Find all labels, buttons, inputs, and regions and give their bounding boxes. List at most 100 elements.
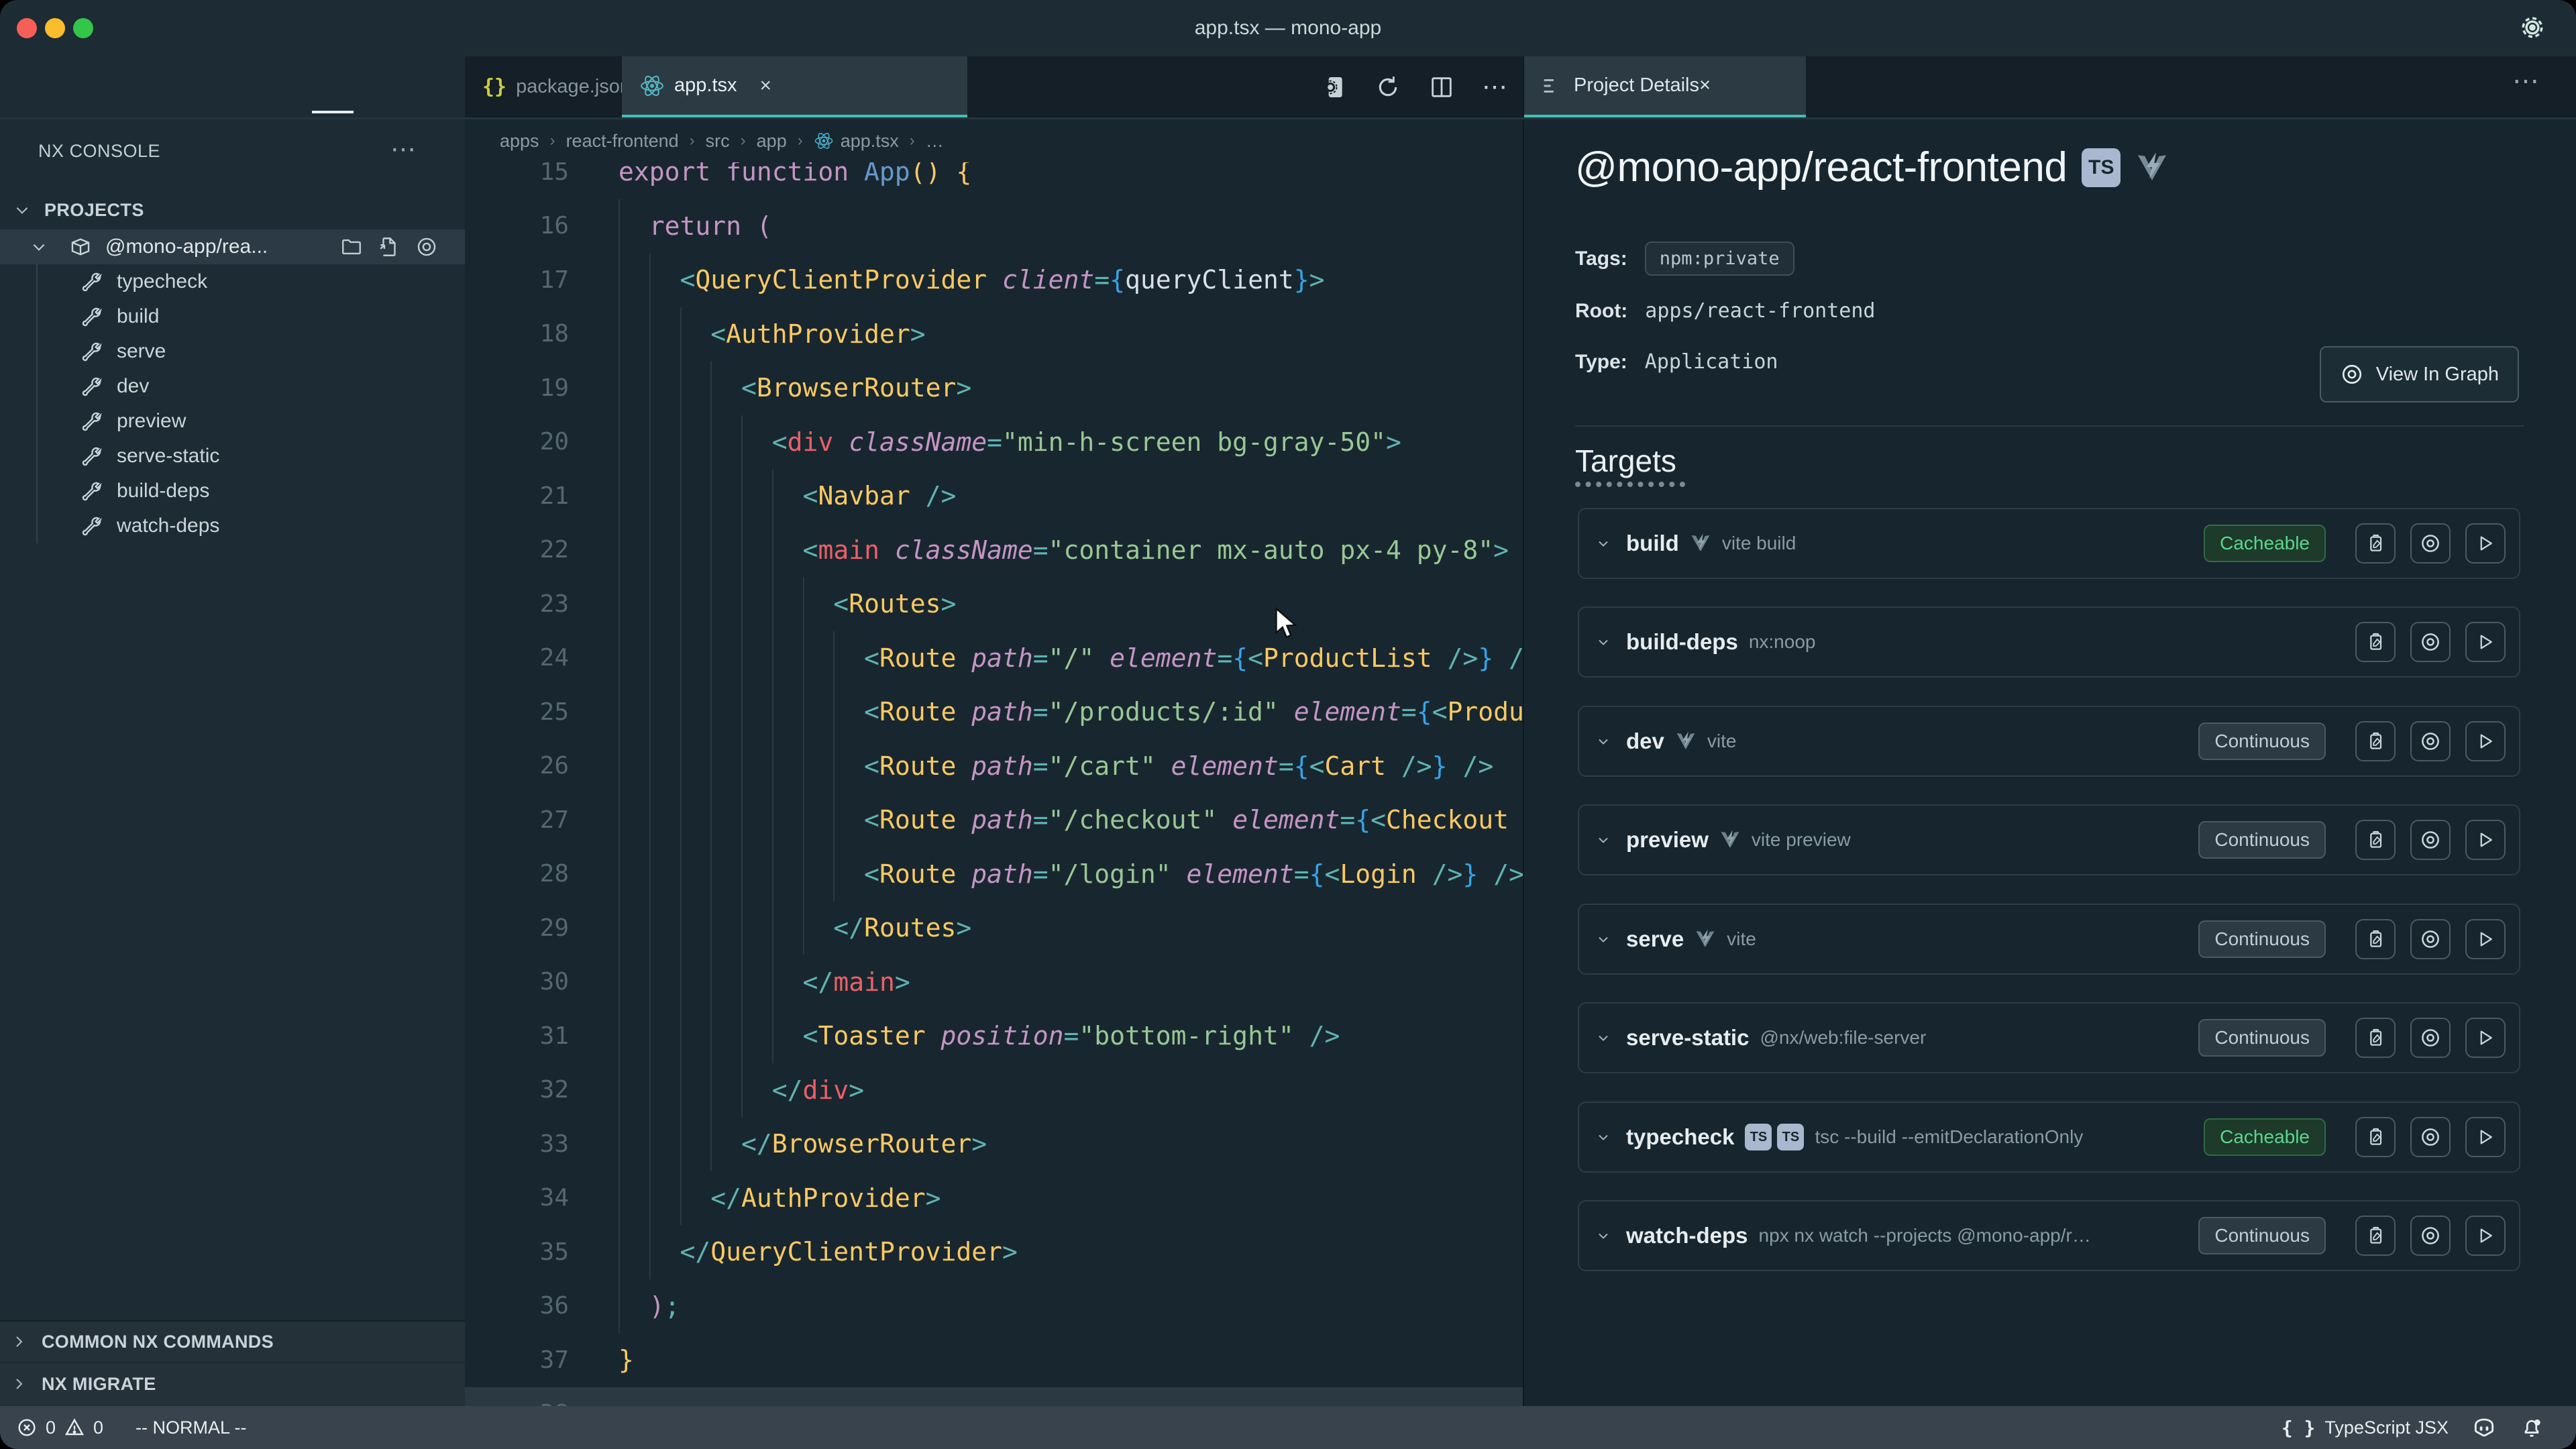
notifications-bell-icon[interactable] [2520, 1415, 2544, 1440]
code-line-29[interactable]: 29 </Routes> [465, 901, 1523, 955]
code-line-36[interactable]: 36 ); [465, 1279, 1523, 1334]
code-line-17[interactable]: 17 <QueryClientProvider client={queryCli… [465, 253, 1523, 307]
settings-gear-icon[interactable] [2517, 12, 2548, 43]
eye-icon[interactable] [2410, 820, 2451, 860]
tree-item-build-deps[interactable]: build-deps [0, 474, 465, 508]
copy-icon[interactable] [2355, 1018, 2396, 1058]
code-line-35[interactable]: 35 </QueryClientProvider> [465, 1225, 1523, 1279]
split-editor-icon[interactable] [1428, 74, 1455, 101]
code-line-19[interactable]: 19 <BrowserRouter> [465, 361, 1523, 415]
breadcrumb-item-apps[interactable]: apps [500, 131, 539, 152]
play-icon[interactable] [2465, 523, 2506, 564]
tab-project-details[interactable]: Project Details × [1524, 56, 1806, 117]
code-line-26[interactable]: 26 <Route path="/cart" element={<Cart />… [465, 739, 1523, 794]
target-card-serve-static[interactable]: serve-static@nx/web:file-serverContinuou… [1578, 1002, 2520, 1073]
play-icon[interactable] [2465, 1216, 2506, 1256]
tab-package-json[interactable]: {} package.json [465, 56, 622, 117]
code-line-32[interactable]: 32 </div> [465, 1063, 1523, 1118]
play-icon[interactable] [2465, 721, 2506, 761]
tree-item-serve-static[interactable]: serve-static [0, 439, 465, 474]
breadcrumb-item-[interactable]: … [926, 131, 944, 152]
sidebar-more-icon[interactable]: ⋯ [390, 134, 418, 164]
code-line-34[interactable]: 34 </AuthProvider> [465, 1171, 1523, 1226]
code-line-24[interactable]: 24 <Route path="/" element={<ProductList… [465, 631, 1523, 686]
sidebar-title: NX CONSOLE [38, 141, 160, 162]
section-nx-migrate[interactable]: NX MIGRATE [0, 1363, 465, 1405]
panel-more-icon[interactable]: ⋯ [2512, 66, 2541, 97]
close-panel-tab-icon[interactable]: × [1699, 74, 1711, 97]
code-line-23[interactable]: 23 <Routes> [465, 577, 1523, 631]
code-line-31[interactable]: 31 <Toaster position="bottom-right" /> [465, 1009, 1523, 1063]
section-projects[interactable]: PROJECTS [0, 195, 465, 225]
tree-item-dev[interactable]: dev [0, 369, 465, 404]
code-line-18[interactable]: 18 <AuthProvider> [465, 307, 1523, 362]
code-line-20[interactable]: 20 <div className="min-h-screen bg-gray-… [465, 415, 1523, 470]
folder-icon[interactable] [340, 235, 363, 258]
close-tab-icon[interactable]: × [760, 74, 772, 97]
more-actions-icon[interactable]: ⋯ [1482, 74, 1509, 101]
breadcrumb-item-reactfrontend[interactable]: react-frontend [566, 131, 679, 152]
breadcrumb-item-app.tsx[interactable]: app.tsx [814, 131, 899, 152]
target-card-dev[interactable]: devviteContinuous [1578, 706, 2520, 777]
target-card-watch-deps[interactable]: watch-depsnpx nx watch --projects @mono-… [1578, 1200, 2520, 1271]
code-line-28[interactable]: 28 <Route path="/login" element={<Login … [465, 847, 1523, 902]
tree-item-preview[interactable]: preview [0, 404, 465, 439]
target-card-preview[interactable]: previewvite previewContinuous [1578, 804, 2520, 875]
code-area[interactable]: 15export function App() {16 return (17 <… [465, 162, 1523, 1406]
tab-app-tsx[interactable]: app.tsx × [622, 56, 967, 117]
eye-icon[interactable] [2410, 721, 2451, 761]
section-common-nx-commands[interactable]: COMMON NX COMMANDS [0, 1322, 465, 1363]
tree-item-typecheck[interactable]: typecheck [0, 264, 465, 299]
eye-icon[interactable] [2410, 1216, 2451, 1256]
eye-icon[interactable] [2410, 1117, 2451, 1157]
breadcrumb-item-src[interactable]: src [706, 131, 730, 152]
target-card-serve[interactable]: serveviteContinuous [1578, 904, 2520, 975]
refresh-icon[interactable] [1375, 74, 1401, 101]
eye-icon[interactable] [2410, 622, 2451, 662]
copy-icon[interactable] [2355, 919, 2396, 959]
code-line-38[interactable]: 38 [465, 1387, 1523, 1407]
view-in-graph-button[interactable]: View In Graph [2320, 346, 2519, 402]
code-line-22[interactable]: 22 <main className="container mx-auto px… [465, 523, 1523, 578]
indent-guide [710, 1009, 712, 1063]
target-card-typecheck[interactable]: typecheckTSTStsc --build --emitDeclarati… [1578, 1102, 2520, 1173]
play-icon[interactable] [2465, 1117, 2506, 1157]
breadcrumb-item-app[interactable]: app [757, 131, 787, 152]
copy-icon[interactable] [2355, 622, 2396, 662]
code-line-37[interactable]: 37} [465, 1333, 1523, 1387]
warnings-count[interactable]: 0 [93, 1417, 103, 1438]
play-icon[interactable] [2465, 1018, 2506, 1058]
code-line-27[interactable]: 27 <Route path="/checkout" element={<Che… [465, 793, 1523, 847]
copy-icon[interactable] [2355, 1117, 2396, 1157]
code-line-21[interactable]: 21 <Navbar /> [465, 469, 1523, 523]
warnings-icon[interactable] [64, 1417, 85, 1438]
tree-item-serve[interactable]: serve [0, 334, 465, 369]
tree-item-build[interactable]: build [0, 299, 465, 334]
play-icon[interactable] [2465, 622, 2506, 662]
eye-icon[interactable] [2410, 523, 2451, 564]
play-icon[interactable] [2465, 820, 2506, 860]
language-mode[interactable]: { } TypeScript JSX [2282, 1417, 2449, 1439]
tree-item-project[interactable]: @mono-app/rea... [0, 229, 465, 264]
target-card-build[interactable]: buildvite buildCacheable [1578, 508, 2520, 579]
editor-action-gear-document-icon[interactable] [1321, 74, 1348, 101]
play-icon[interactable] [2465, 919, 2506, 959]
copy-icon[interactable] [2355, 1216, 2396, 1256]
code-line-15[interactable]: 15export function App() { [465, 162, 1523, 199]
code-line-30[interactable]: 30 </main> [465, 955, 1523, 1010]
eye-icon[interactable] [2410, 919, 2451, 959]
errors-icon[interactable] [16, 1417, 38, 1438]
errors-count[interactable]: 0 [46, 1417, 56, 1438]
code-line-16[interactable]: 16 return ( [465, 199, 1523, 254]
copilot-icon[interactable] [2471, 1415, 2497, 1440]
target-icon[interactable] [415, 235, 438, 258]
generate-file-icon[interactable] [378, 235, 400, 258]
copy-icon[interactable] [2355, 820, 2396, 860]
copy-icon[interactable] [2355, 523, 2396, 564]
code-line-25[interactable]: 25 <Route path="/products/:id" element={… [465, 685, 1523, 739]
target-card-build-deps[interactable]: build-depsnx:noop [1578, 606, 2520, 678]
eye-icon[interactable] [2410, 1018, 2451, 1058]
code-line-33[interactable]: 33 </BrowserRouter> [465, 1117, 1523, 1171]
copy-icon[interactable] [2355, 721, 2396, 761]
tree-item-watch-deps[interactable]: watch-deps [0, 508, 465, 543]
